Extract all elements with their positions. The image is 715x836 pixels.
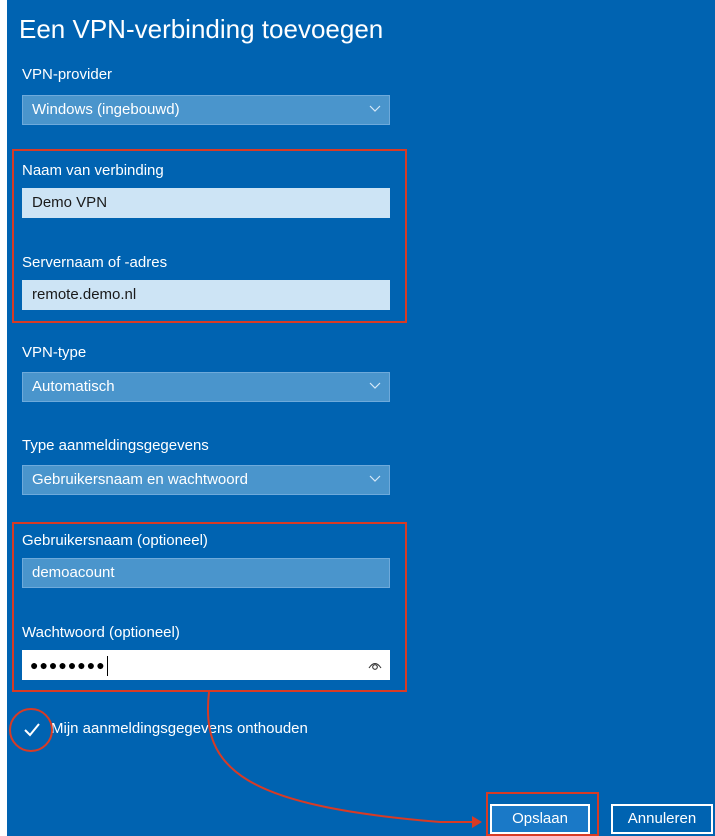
vpn-provider-label: VPN-provider: [22, 66, 113, 83]
vpn-dialog: Een VPN-verbinding toevoegen VPN-provide…: [7, 0, 715, 836]
annotation-box-connection: [12, 149, 407, 323]
dialog-title: Een VPN-verbinding toevoegen: [19, 14, 384, 44]
chevron-down-icon: [369, 382, 381, 389]
credential-type-select[interactable]: Gebruikersnaam en wachtwoord: [22, 465, 390, 495]
vpn-provider-value: Windows (ingebouwd): [32, 101, 180, 118]
vpn-provider-select[interactable]: Windows (ingebouwd): [22, 95, 390, 125]
remember-label[interactable]: Mijn aanmeldingsgegevens onthouden: [51, 720, 308, 737]
annotation-box-credentials: [12, 522, 407, 692]
credential-type-value: Gebruikersnaam en wachtwoord: [32, 471, 248, 488]
checkmark-icon: [24, 723, 40, 737]
credential-type-label: Type aanmeldingsgegevens: [22, 437, 209, 454]
annotation-box-save: [486, 792, 599, 836]
vpn-type-label: VPN-type: [22, 344, 87, 361]
vpn-type-select[interactable]: Automatisch: [22, 372, 390, 402]
vpn-type-value: Automatisch: [32, 378, 115, 395]
remember-checkbox[interactable]: [22, 720, 42, 740]
chevron-down-icon: [369, 475, 381, 482]
chevron-down-icon: [369, 105, 381, 112]
cancel-button[interactable]: Annuleren: [611, 804, 713, 834]
